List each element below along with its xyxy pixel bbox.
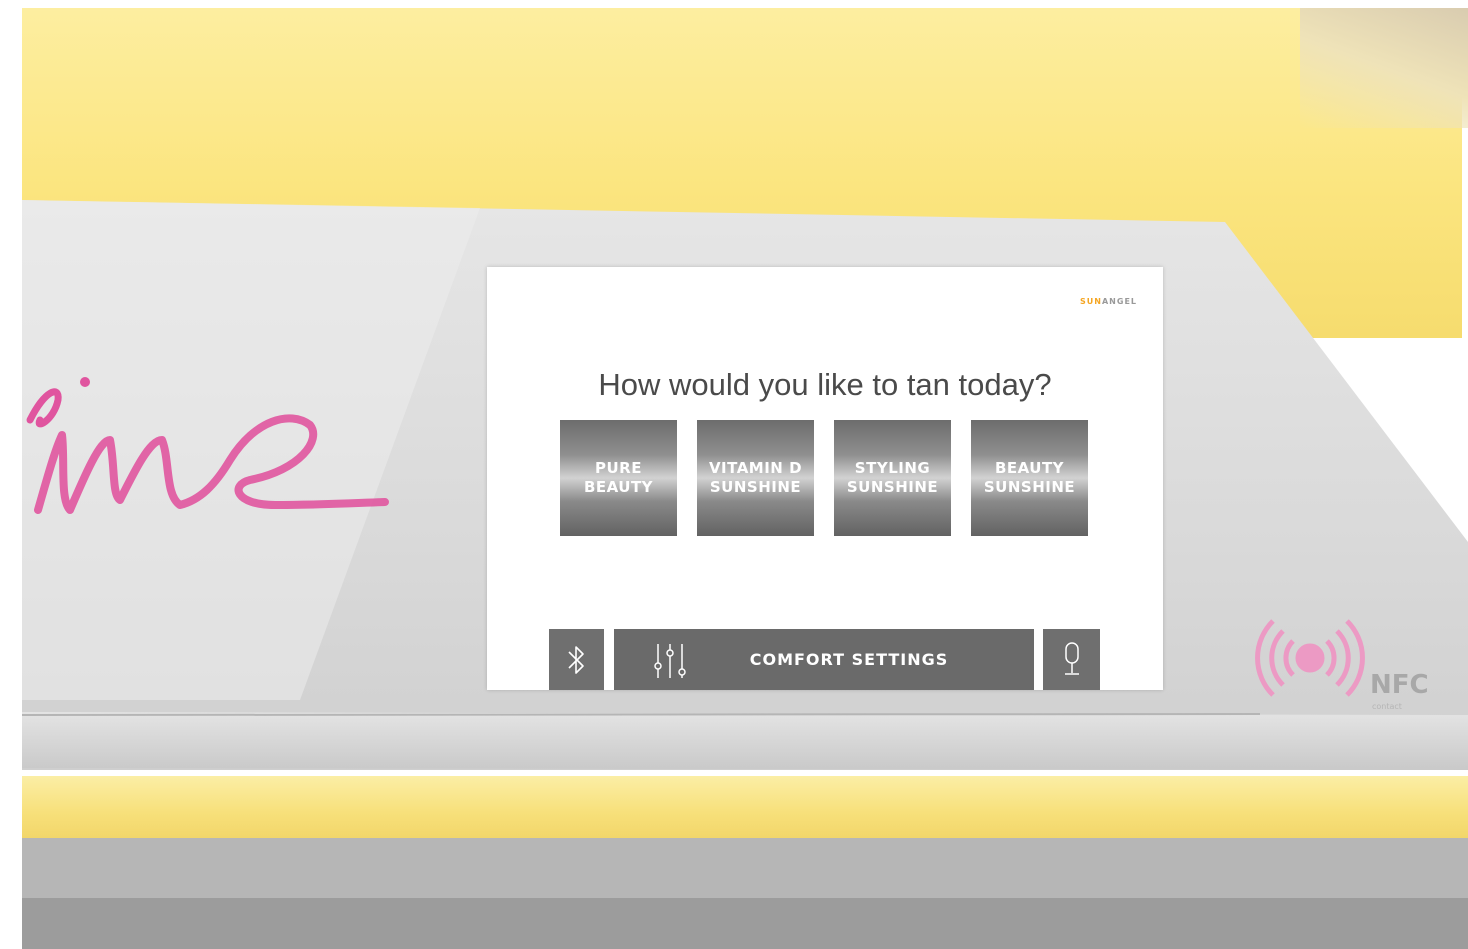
mode-label: VITAMIN D SUNSHINE — [708, 459, 803, 496]
base-lower — [22, 898, 1468, 949]
comfort-settings-button[interactable]: COMFORT SETTINGS — [614, 629, 1034, 690]
base-upper — [22, 838, 1468, 898]
brand-logo: SUNANGEL — [1080, 297, 1137, 306]
brand-prefix: SUN — [1080, 297, 1102, 306]
ledge-line — [21, 713, 1261, 716]
mode-button-pure-beauty[interactable]: PURE BEAUTY — [560, 420, 677, 536]
mode-label: BEAUTY SUNSHINE — [983, 459, 1076, 496]
mode-button-vitamin-d-sunshine[interactable]: VITAMIN D SUNSHINE — [697, 420, 814, 536]
yellow-housing-bottom — [22, 776, 1468, 838]
nfc-icon — [1255, 619, 1365, 697]
mode-label: PURE BEAUTY — [583, 459, 654, 496]
screen-question: How would you like to tan today? — [598, 367, 1052, 402]
script-logo — [26, 377, 389, 514]
nfc-sublabel: contact — [1372, 702, 1402, 711]
bottom-bar: COMFORT SETTINGS — [549, 629, 1101, 690]
mode-button-beauty-sunshine[interactable]: BEAUTY SUNSHINE — [971, 420, 1088, 536]
mode-button-styling-sunshine[interactable]: STYLING SUNSHINE — [834, 420, 951, 536]
mode-label: STYLING SUNSHINE — [846, 459, 939, 496]
panel-ledge — [22, 712, 1468, 770]
tanning-bed-scene: SUNANGEL How would you like to tan today… — [0, 0, 1468, 949]
bluetooth-icon — [567, 645, 584, 674]
nfc-label: NFC — [1370, 670, 1429, 700]
microphone-icon — [1064, 641, 1079, 675]
brand-suffix: ANGEL — [1101, 297, 1137, 306]
nfc-contact-area[interactable]: NFC contact — [1255, 608, 1455, 718]
comfort-settings-label: COMFORT SETTINGS — [749, 650, 949, 669]
microphone-button[interactable] — [1043, 629, 1100, 690]
touch-screen: SUNANGEL How would you like to tan today… — [487, 267, 1163, 690]
tanning-mode-buttons: PURE BEAUTY VITAMIN D SUNSHINE STYLING S… — [560, 420, 1090, 536]
bluetooth-button[interactable] — [549, 629, 604, 690]
